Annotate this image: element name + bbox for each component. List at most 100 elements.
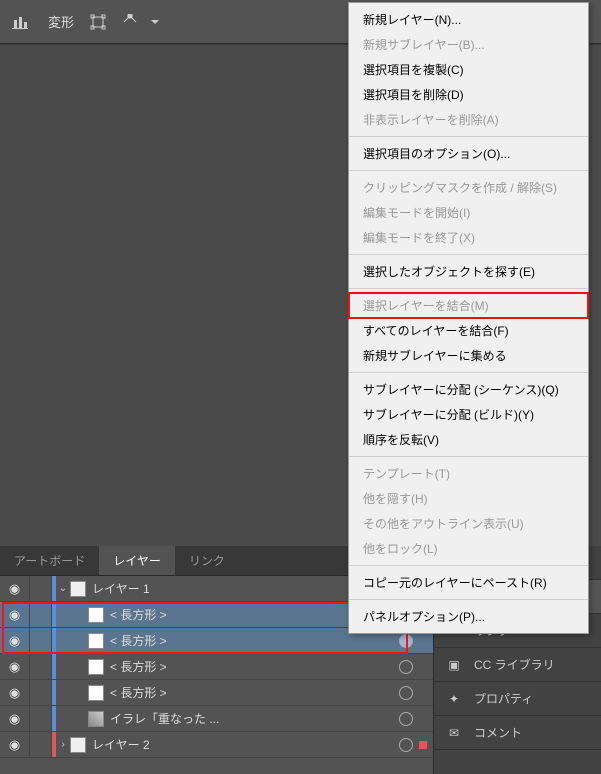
menu-collect-sublayer[interactable]: 新規サブレイヤーに集める <box>349 343 588 368</box>
visibility-toggle[interactable]: ◉ <box>0 732 30 757</box>
layer-thumbnail <box>70 581 86 597</box>
side-properties[interactable]: ✦ プロパティ <box>434 682 601 716</box>
lock-toggle[interactable] <box>30 628 52 653</box>
layer-thumbnail <box>70 737 86 753</box>
menu-flatten-artwork[interactable]: すべてのレイヤーを結合(F) <box>349 318 588 343</box>
target-icon[interactable] <box>399 738 413 752</box>
menu-template: テンプレート(T) <box>349 461 588 486</box>
selection-indicator <box>419 637 427 645</box>
lock-toggle[interactable] <box>30 602 52 627</box>
layer-thumbnail <box>88 685 104 701</box>
menu-paste-remembers[interactable]: コピー元のレイヤーにペースト(R) <box>349 570 588 595</box>
menu-selection-options[interactable]: 選択項目のオプション(O)... <box>349 141 588 166</box>
comment-icon: ✉ <box>444 726 464 740</box>
disclosure-toggle[interactable]: ⌄ <box>56 583 70 594</box>
indent <box>72 680 88 705</box>
target-icon[interactable] <box>399 660 413 674</box>
layer-name[interactable]: < 長方形 > <box>110 632 399 649</box>
menu-separator <box>349 136 588 137</box>
layer-row-item[interactable]: ◉ イラレ「重なった ... <box>0 706 433 732</box>
menu-merge-selected: 選択レイヤーを結合(M) <box>349 293 588 318</box>
visibility-toggle[interactable]: ◉ <box>0 706 30 731</box>
library-icon: ▣ <box>444 658 464 672</box>
transform-label[interactable]: 変形 <box>48 12 74 31</box>
lock-toggle[interactable] <box>30 706 52 731</box>
menu-duplicate-selection[interactable]: 選択項目を複製(C) <box>349 57 588 82</box>
tab-links[interactable]: リンク <box>175 546 239 575</box>
indent <box>72 602 88 627</box>
indent <box>56 628 72 653</box>
menu-new-sublayer: 新規サブレイヤー(B)... <box>349 32 588 57</box>
menu-release-build[interactable]: サブレイヤーに分配 (ビルド)(Y) <box>349 402 588 427</box>
tab-layers[interactable]: レイヤー <box>99 546 175 575</box>
layer-thumbnail <box>88 659 104 675</box>
menu-reverse-order[interactable]: 順序を反転(V) <box>349 427 588 452</box>
menu-hide-others: 他を隠す(H) <box>349 486 588 511</box>
menu-lock-others: 他をロック(L) <box>349 536 588 561</box>
menu-separator <box>349 599 588 600</box>
layer-name[interactable]: < 長方形 > <box>110 684 399 701</box>
layer-name[interactable]: イラレ「重なった ... <box>110 710 399 727</box>
selection-indicator <box>419 715 427 723</box>
side-label: プロパティ <box>474 690 533 707</box>
visibility-toggle[interactable]: ◉ <box>0 654 30 679</box>
tab-artboard[interactable]: アートボード <box>0 546 99 575</box>
menu-delete-selection[interactable]: 選択項目を削除(D) <box>349 82 588 107</box>
lock-toggle[interactable] <box>30 732 52 757</box>
indent <box>56 654 72 679</box>
side-comments[interactable]: ✉ コメント <box>434 716 601 750</box>
visibility-toggle[interactable]: ◉ <box>0 602 30 627</box>
indent <box>72 654 88 679</box>
anchor-icon[interactable] <box>116 8 144 36</box>
menu-separator <box>349 565 588 566</box>
lock-toggle[interactable] <box>30 654 52 679</box>
side-label: コメント <box>474 724 522 741</box>
side-label: CC ライブラリ <box>474 656 555 673</box>
lock-toggle[interactable] <box>30 680 52 705</box>
menu-clipping-mask: クリッピングマスクを作成 / 解除(S) <box>349 175 588 200</box>
layer-row-item[interactable]: ◉ < 長方形 > <box>0 654 433 680</box>
lock-toggle[interactable] <box>30 576 52 601</box>
menu-release-sequence[interactable]: サブレイヤーに分配 (シーケンス)(Q) <box>349 377 588 402</box>
layer-row-item[interactable]: ◉ < 長方形 > <box>0 680 433 706</box>
menu-enter-isolation: 編集モードを開始(I) <box>349 200 588 225</box>
selection-indicator <box>419 663 427 671</box>
indent <box>56 706 72 731</box>
layer-thumbnail <box>88 607 104 623</box>
indent <box>56 680 72 705</box>
menu-delete-hidden: 非表示レイヤーを削除(A) <box>349 107 588 132</box>
target-icon[interactable] <box>399 634 413 648</box>
menu-separator <box>349 254 588 255</box>
visibility-toggle[interactable]: ◉ <box>0 576 30 601</box>
layer-row-parent[interactable]: ◉ › レイヤー 2 <box>0 732 433 758</box>
menu-outline-others: その他をアウトライン表示(U) <box>349 511 588 536</box>
align-icon[interactable] <box>6 8 34 36</box>
visibility-toggle[interactable]: ◉ <box>0 628 30 653</box>
selection-indicator <box>419 741 427 749</box>
properties-icon: ✦ <box>444 692 464 706</box>
layers-panel-flyout-menu: 新規レイヤー(N)... 新規サブレイヤー(B)... 選択項目を複製(C) 選… <box>348 2 589 634</box>
menu-new-layer[interactable]: 新規レイヤー(N)... <box>349 7 588 32</box>
menu-separator <box>349 456 588 457</box>
layer-name[interactable]: レイヤー 2 <box>92 736 399 753</box>
layer-name[interactable]: < 長方形 > <box>110 658 399 675</box>
indent <box>56 602 72 627</box>
menu-separator <box>349 372 588 373</box>
menu-exit-isolation: 編集モードを終了(X) <box>349 225 588 250</box>
indent <box>72 628 88 653</box>
selection-indicator <box>419 689 427 697</box>
indent <box>72 706 88 731</box>
target-icon[interactable] <box>399 712 413 726</box>
target-icon[interactable] <box>399 686 413 700</box>
layer-thumbnail <box>88 633 104 649</box>
layer-thumbnail <box>88 711 104 727</box>
visibility-toggle[interactable]: ◉ <box>0 680 30 705</box>
bounds-icon[interactable] <box>84 8 112 36</box>
dropdown-chevron-icon[interactable] <box>148 8 162 36</box>
side-cc-library[interactable]: ▣ CC ライブラリ <box>434 648 601 682</box>
menu-separator <box>349 288 588 289</box>
menu-separator <box>349 170 588 171</box>
menu-panel-options[interactable]: パネルオプション(P)... <box>349 604 588 629</box>
disclosure-toggle[interactable]: › <box>56 739 70 750</box>
menu-locate-object[interactable]: 選択したオブジェクトを探す(E) <box>349 259 588 284</box>
